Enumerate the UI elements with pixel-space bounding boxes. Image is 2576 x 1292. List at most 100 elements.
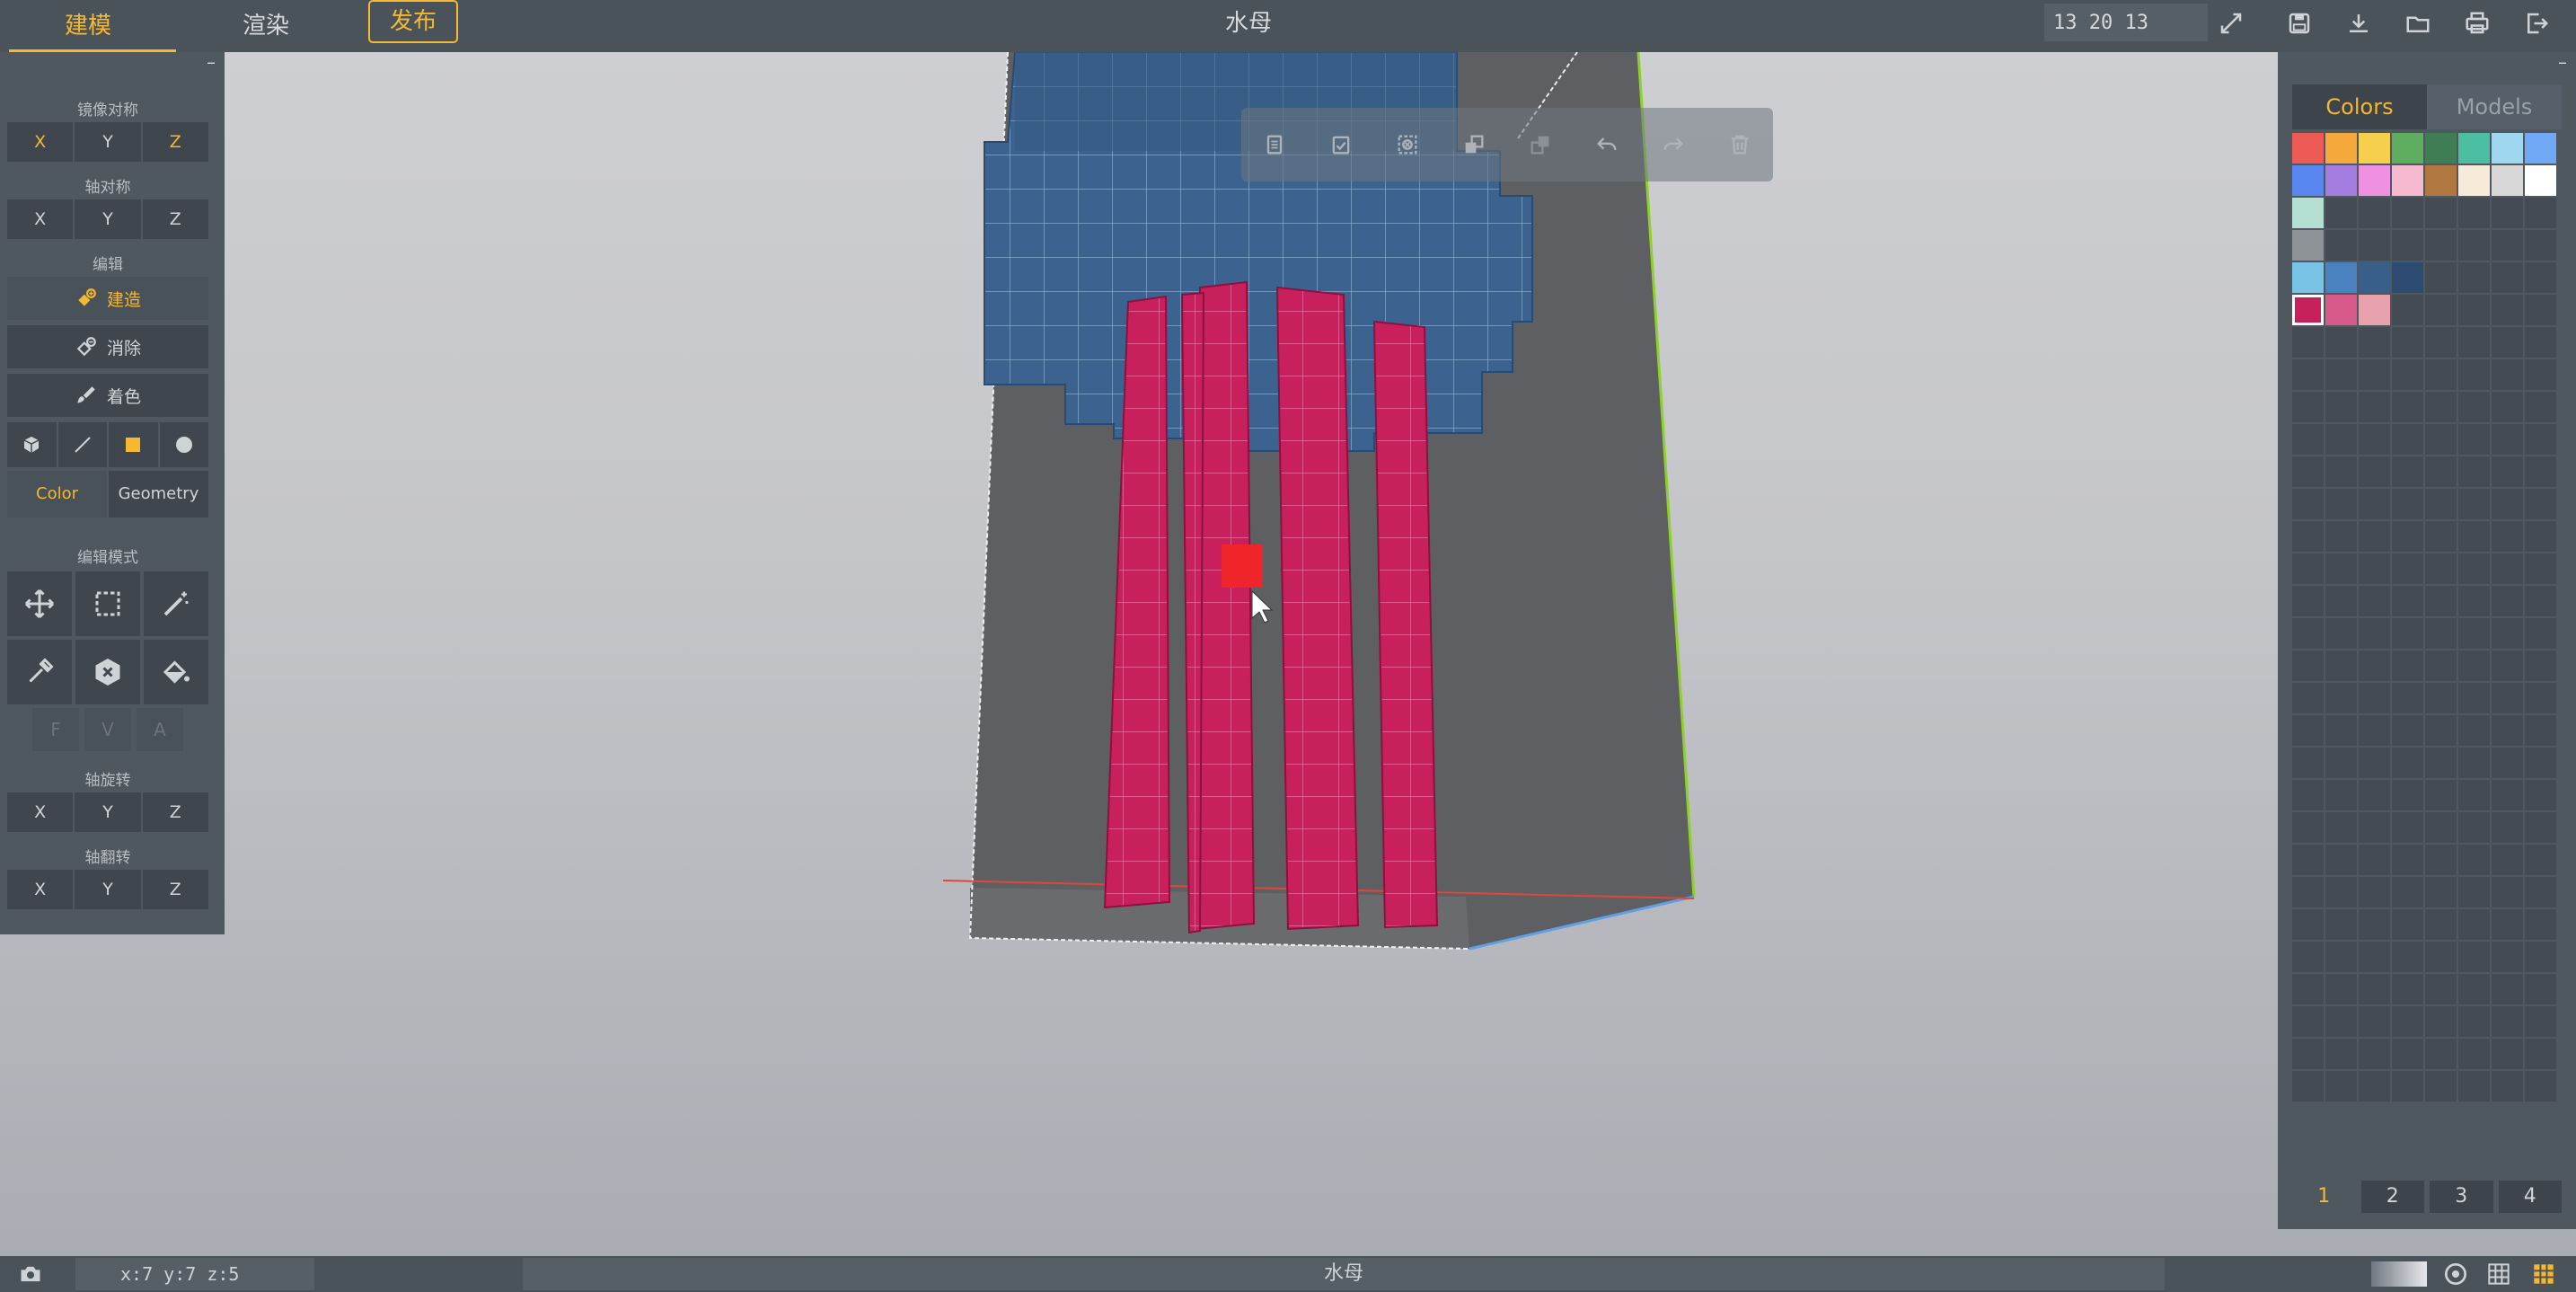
build-button[interactable]: 建造 bbox=[7, 277, 208, 320]
palette-swatch[interactable] bbox=[2392, 133, 2423, 164]
palette-swatch[interactable] bbox=[2525, 456, 2556, 487]
palette-swatch[interactable] bbox=[2458, 780, 2490, 810]
palette-swatch[interactable] bbox=[2425, 845, 2457, 875]
palette-swatch[interactable] bbox=[2292, 683, 2324, 713]
flip-x-button[interactable]: X bbox=[7, 870, 74, 909]
palette-swatch[interactable] bbox=[2292, 165, 2324, 196]
palette-swatch[interactable] bbox=[2492, 359, 2523, 390]
tab-models[interactable]: Models bbox=[2427, 84, 2562, 129]
palette-swatch[interactable] bbox=[2458, 1006, 2490, 1037]
palette-swatch[interactable] bbox=[2392, 553, 2423, 584]
palette-swatch[interactable] bbox=[2492, 1006, 2523, 1037]
palette-swatch[interactable] bbox=[2392, 586, 2423, 616]
palette-swatch[interactable] bbox=[2425, 392, 2457, 422]
dimensions-input[interactable] bbox=[2044, 4, 2208, 41]
palette-swatch[interactable] bbox=[2425, 521, 2457, 552]
palette-swatch[interactable] bbox=[2325, 974, 2357, 1004]
palette-swatch[interactable] bbox=[2292, 230, 2324, 261]
palette-swatch[interactable] bbox=[2359, 392, 2390, 422]
palette-swatch[interactable] bbox=[2458, 683, 2490, 713]
palette-swatch[interactable] bbox=[2425, 1039, 2457, 1069]
palette-swatch[interactable] bbox=[2458, 812, 2490, 843]
palette-swatch[interactable] bbox=[2525, 618, 2556, 649]
delete-button[interactable] bbox=[1722, 127, 1758, 163]
palette-swatch[interactable] bbox=[2492, 165, 2523, 196]
palette-swatch[interactable] bbox=[2458, 1039, 2490, 1069]
palette-swatch[interactable] bbox=[2425, 230, 2457, 261]
palette-swatch[interactable] bbox=[2458, 715, 2490, 746]
palette-swatch[interactable] bbox=[2458, 877, 2490, 907]
shape-sphere-button[interactable] bbox=[159, 422, 208, 467]
palette-swatch[interactable] bbox=[2392, 327, 2423, 358]
save-button[interactable] bbox=[2280, 5, 2319, 41]
palette-swatch[interactable] bbox=[2325, 650, 2357, 681]
palette-swatch[interactable] bbox=[2458, 553, 2490, 584]
palette-swatch[interactable] bbox=[2525, 359, 2556, 390]
palette-swatch[interactable] bbox=[2359, 521, 2390, 552]
palette-swatch[interactable] bbox=[2392, 165, 2423, 196]
palette-swatch[interactable] bbox=[2425, 715, 2457, 746]
palette-swatch[interactable] bbox=[2425, 780, 2457, 810]
palette-swatch[interactable] bbox=[2325, 942, 2357, 972]
palette-swatch[interactable] bbox=[2425, 489, 2457, 519]
palette-swatch[interactable] bbox=[2325, 1006, 2357, 1037]
tab-render[interactable]: 渲染 bbox=[203, 0, 329, 52]
palette-swatch[interactable] bbox=[2525, 683, 2556, 713]
palette-swatch[interactable] bbox=[2458, 359, 2490, 390]
palette-swatch[interactable] bbox=[2359, 974, 2390, 1004]
background-gradient-button[interactable] bbox=[2371, 1261, 2427, 1287]
palette-swatch[interactable] bbox=[2292, 489, 2324, 519]
palette-swatch[interactable] bbox=[2492, 424, 2523, 455]
palette-page-4[interactable]: 4 bbox=[2498, 1181, 2562, 1213]
tab-model[interactable]: 建模 bbox=[0, 0, 176, 52]
duplicate-button[interactable] bbox=[1456, 127, 1492, 163]
palette-swatch[interactable] bbox=[2392, 489, 2423, 519]
palette-swatch[interactable] bbox=[2292, 424, 2324, 455]
palette-swatch[interactable] bbox=[2425, 424, 2457, 455]
palette-swatch[interactable] bbox=[2492, 618, 2523, 649]
palette-swatch[interactable] bbox=[2359, 133, 2390, 164]
flip-z-button[interactable]: Z bbox=[142, 870, 208, 909]
print-button[interactable] bbox=[2457, 5, 2497, 41]
palette-swatch[interactable] bbox=[2492, 683, 2523, 713]
palette-swatch[interactable] bbox=[2359, 715, 2390, 746]
palette-swatch[interactable] bbox=[2359, 1006, 2390, 1037]
palette-swatch[interactable] bbox=[2359, 489, 2390, 519]
palette-swatch[interactable] bbox=[2359, 424, 2390, 455]
palette-swatch[interactable] bbox=[2292, 327, 2324, 358]
palette-swatch[interactable] bbox=[2392, 812, 2423, 843]
palette-swatch[interactable] bbox=[2425, 198, 2457, 228]
palette-swatch[interactable] bbox=[2392, 521, 2423, 552]
palette-swatch[interactable] bbox=[2425, 812, 2457, 843]
paint-button[interactable]: 着色 bbox=[7, 374, 208, 417]
palette-swatch[interactable] bbox=[2392, 877, 2423, 907]
palette-swatch[interactable] bbox=[2492, 715, 2523, 746]
palette-swatch[interactable] bbox=[2458, 942, 2490, 972]
erase-button[interactable]: 消除 bbox=[7, 325, 208, 368]
palette-swatch[interactable] bbox=[2425, 1006, 2457, 1037]
palette-swatch[interactable] bbox=[2492, 1071, 2523, 1102]
palette-swatch[interactable] bbox=[2359, 1039, 2390, 1069]
palette-swatch[interactable] bbox=[2292, 133, 2324, 164]
palette-swatch[interactable] bbox=[2359, 845, 2390, 875]
palette-swatch[interactable] bbox=[2525, 715, 2556, 746]
palette-swatch[interactable] bbox=[2325, 198, 2357, 228]
palette-swatch[interactable] bbox=[2325, 489, 2357, 519]
palette-swatch[interactable] bbox=[2359, 359, 2390, 390]
palette-swatch[interactable] bbox=[2458, 198, 2490, 228]
palette-swatch[interactable] bbox=[2425, 909, 2457, 940]
palette-swatch[interactable] bbox=[2292, 586, 2324, 616]
palette-swatch[interactable] bbox=[2492, 586, 2523, 616]
palette-swatch[interactable] bbox=[2325, 618, 2357, 649]
palette-swatch[interactable] bbox=[2525, 230, 2556, 261]
axis-sym-y-button[interactable]: Y bbox=[75, 199, 141, 239]
palette-swatch[interactable] bbox=[2392, 262, 2423, 293]
palette-swatch[interactable] bbox=[2392, 456, 2423, 487]
mirror-x-button[interactable]: X bbox=[7, 122, 74, 162]
palette-swatch[interactable] bbox=[2359, 230, 2390, 261]
axis-sym-x-button[interactable]: X bbox=[7, 199, 74, 239]
palette-swatch[interactable] bbox=[2292, 1039, 2324, 1069]
exit-button[interactable] bbox=[2517, 5, 2556, 41]
palette-swatch[interactable] bbox=[2292, 780, 2324, 810]
palette-swatch[interactable] bbox=[2392, 424, 2423, 455]
